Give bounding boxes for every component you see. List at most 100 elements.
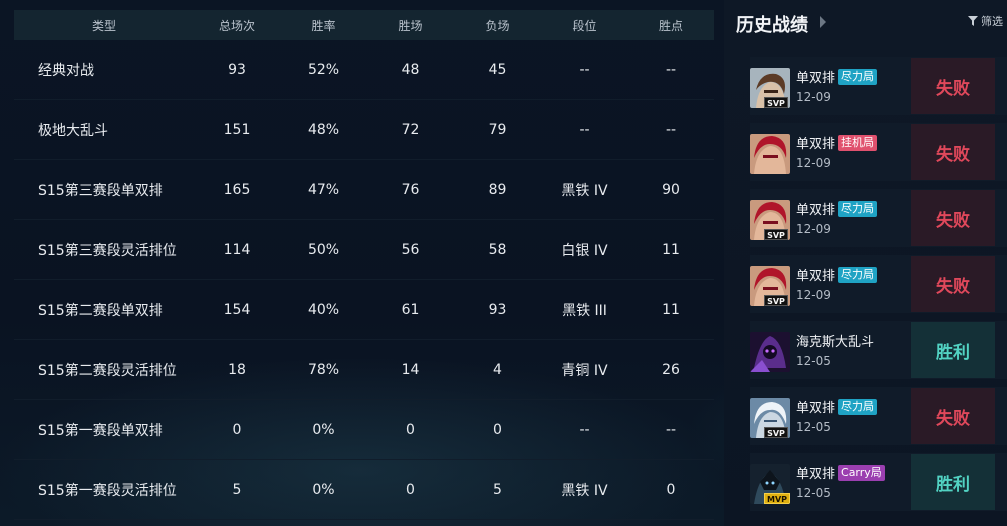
cell-rank: -- [579, 121, 590, 138]
table-row: S15第一赛段灵活排位 5 0% 0 5 黑铁 IV 0 [14, 460, 714, 520]
match-mode: 单双排 尽力局 [796, 265, 878, 284]
match-tag: 尽力局 [838, 398, 878, 415]
cell-type: S15第二赛段单双排 [38, 302, 163, 319]
match-card[interactable]: MVP 单双排 Carry局 12-05 胜利 [750, 453, 1007, 511]
champion-dark-armor-icon: MVP [750, 464, 790, 504]
match-mode-label: 单双排 [796, 203, 836, 218]
champion-white-hair-icon: SVP [750, 398, 790, 438]
match-card[interactable]: SVP 单双排 尽力局 12-09 失败 [750, 189, 1007, 247]
match-mode: 单双排 挂机局 [796, 133, 878, 152]
cell-type: 经典对战 [38, 62, 94, 79]
cell-rank: -- [579, 421, 590, 438]
match-history-panel: 历史战绩 筛选 SVP 单双排 尽力局 12-09 失败 单双排 挂机局 12-09 失败 SVP… [724, 0, 1007, 526]
match-mode-label: 单双排 [796, 269, 836, 284]
cell-type: S15第二赛段灵活排位 [38, 362, 177, 379]
champion-red-hair-icon: SVP [750, 200, 790, 240]
header-win-rate: 胜率 [311, 18, 336, 33]
header-type: 类型 [91, 18, 116, 33]
match-mode: 海克斯大乱斗 [796, 331, 874, 350]
cell-total-games: 154 [223, 301, 251, 318]
cell-losses: 0 [493, 421, 502, 438]
match-date: 12-05 [796, 354, 831, 368]
cell-wins: 0 [406, 421, 415, 438]
match-tag: 挂机局 [838, 134, 878, 151]
match-mode-label: 单双排 [796, 401, 836, 416]
table-row: S15第二赛段灵活排位 18 78% 14 4 青铜 IV 26 [14, 340, 714, 400]
table-row: S15第一赛段单双排 0 0% 0 0 -- -- [14, 400, 714, 460]
match-date: 12-09 [796, 90, 831, 104]
match-date: 12-09 [796, 156, 831, 170]
cell-losses: 5 [493, 481, 502, 498]
champion-red-hair-icon [750, 134, 790, 174]
match-card[interactable]: 单双排 挂机局 12-09 失败 [750, 123, 1007, 181]
cell-win-rate: 50% [307, 241, 340, 258]
champion-red-hair-icon: SVP [750, 266, 790, 306]
cell-wins: 0 [406, 481, 415, 498]
match-date: 12-05 [796, 420, 831, 434]
cell-lp: -- [665, 121, 677, 138]
cell-lp: 26 [662, 361, 680, 378]
cell-win-rate: 0% [312, 421, 335, 438]
cell-total-games: 114 [223, 241, 251, 258]
table-row: S15第二赛段单双排 154 40% 61 93 黑铁 III 11 [14, 280, 714, 340]
cell-type: S15第三赛段灵活排位 [38, 242, 177, 259]
cell-rank: 白银 IV [561, 242, 608, 259]
cell-type: S15第三赛段单双排 [38, 182, 163, 199]
match-date: 12-05 [796, 486, 831, 500]
cell-wins: 72 [401, 121, 420, 138]
match-card[interactable]: 海克斯大乱斗 12-05 胜利 [750, 321, 1007, 379]
match-mode: 单双排 尽力局 [796, 397, 878, 416]
cell-type: 极地大乱斗 [38, 122, 108, 139]
performance-badge: SVP [764, 97, 788, 108]
performance-badge: MVP [764, 493, 790, 504]
cell-rank: -- [579, 61, 590, 78]
match-result: 失败 [911, 124, 995, 180]
cell-total-games: 5 [232, 481, 242, 498]
cell-win-rate: 0% [312, 481, 335, 498]
match-result: 失败 [911, 58, 995, 114]
match-tag: 尽力局 [838, 68, 878, 85]
match-tag: 尽力局 [838, 200, 878, 217]
cell-total-games: 151 [223, 121, 251, 138]
cell-total-games: 165 [223, 181, 251, 198]
cell-losses: 93 [488, 301, 507, 318]
champion-purple-void-icon [750, 332, 790, 372]
cell-total-games: 93 [228, 61, 246, 78]
cell-rank: 青铜 IV [561, 362, 608, 379]
cell-wins: 61 [401, 301, 420, 318]
cell-lp: -- [665, 61, 677, 78]
chevron-right-icon[interactable] [820, 16, 826, 28]
match-result: 胜利 [911, 322, 995, 378]
match-card[interactable]: SVP 单双排 尽力局 12-05 失败 [750, 387, 1007, 445]
match-mode-label: 单双排 [796, 467, 836, 482]
cell-losses: 89 [488, 181, 507, 198]
match-mode-label: 单双排 [796, 137, 836, 152]
cell-rank: 黑铁 IV [561, 482, 608, 499]
cell-losses: 79 [488, 121, 507, 138]
filter-icon [968, 16, 978, 26]
header-total-games: 总场次 [218, 18, 255, 33]
cell-lp: 11 [662, 301, 680, 318]
table-header: 类型 总场次 胜率 胜场 负场 段位 胜点 [14, 10, 714, 40]
cell-lp: -- [665, 421, 677, 438]
performance-badge: SVP [764, 229, 788, 240]
champion-brown-hair-icon: SVP [750, 68, 790, 108]
cell-win-rate: 78% [307, 361, 340, 378]
performance-badge: SVP [764, 427, 788, 438]
match-card[interactable]: SVP 单双排 尽力局 12-09 失败 [750, 255, 1007, 313]
match-mode: 单双排 尽力局 [796, 67, 878, 86]
match-mode-label: 单双排 [796, 71, 836, 86]
cell-losses: 58 [488, 241, 507, 258]
table-row: S15第三赛段灵活排位 114 50% 56 58 白银 IV 11 [14, 220, 714, 280]
match-result: 失败 [911, 256, 995, 312]
cell-type: S15第一赛段单双排 [38, 422, 163, 439]
match-mode-label: 海克斯大乱斗 [796, 335, 875, 350]
match-card[interactable]: SVP 单双排 尽力局 12-09 失败 [750, 57, 1007, 115]
header-rank: 段位 [572, 18, 597, 33]
match-date: 12-09 [796, 288, 831, 302]
filter-button[interactable]: 筛选 [968, 13, 1003, 29]
cell-total-games: 18 [228, 361, 246, 378]
match-result: 胜利 [911, 454, 995, 510]
filter-label: 筛选 [981, 15, 1003, 28]
table-row: 极地大乱斗 151 48% 72 79 -- -- [14, 100, 714, 160]
